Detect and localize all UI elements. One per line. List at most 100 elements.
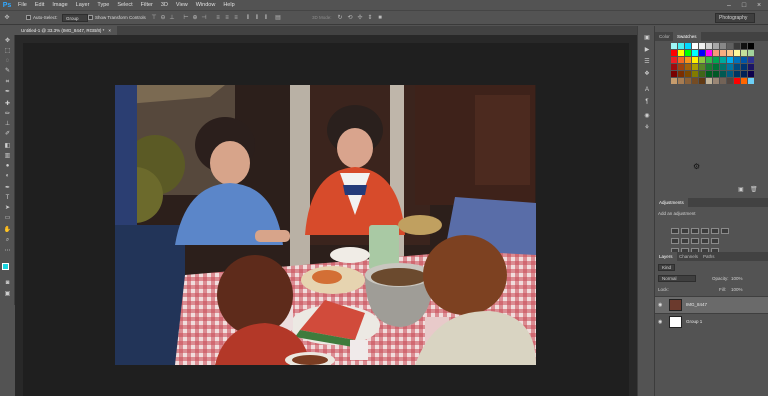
color-swatch[interactable] (741, 71, 747, 77)
brightness-adjustment-icon[interactable] (671, 228, 679, 234)
color-swatch[interactable] (734, 71, 740, 77)
menu-3d[interactable]: 3D (157, 0, 172, 11)
brush-tool-icon[interactable]: ✏ (2, 110, 13, 119)
menu-file[interactable]: File (14, 0, 31, 11)
align-top-icon[interactable]: ⊤ (150, 14, 158, 22)
transform-controls-checkbox[interactable]: Show Transform Controls (88, 14, 146, 22)
blend-mode-select[interactable]: Normal (658, 275, 696, 283)
layer-kind-filter[interactable]: Kind (658, 264, 676, 272)
color-swatch[interactable] (713, 71, 719, 77)
color-swatch[interactable] (748, 57, 754, 63)
color-swatch[interactable] (713, 50, 719, 56)
move-tool-icon[interactable]: ✥ (2, 37, 13, 46)
color-lookup-adjustment-icon[interactable] (711, 238, 719, 244)
zoom-tool-icon[interactable]: ⌕ (2, 236, 13, 245)
color-swatch[interactable] (671, 57, 677, 63)
color-swatch[interactable] (671, 71, 677, 77)
close-icon[interactable]: × (752, 0, 766, 11)
color-swatch[interactable] (685, 50, 691, 56)
move-tool-preset-icon[interactable]: ✥ (3, 14, 11, 22)
distribute-right-icon[interactable]: ⦀ (262, 14, 270, 22)
color-swatch[interactable] (678, 57, 684, 63)
color-swatch[interactable] (692, 50, 698, 56)
new-swatch-icon[interactable]: ▣ (738, 186, 744, 193)
color-swatch[interactable] (685, 64, 691, 70)
color-swatch[interactable] (671, 43, 677, 49)
color-swatch[interactable] (720, 43, 726, 49)
auto-align-icon[interactable]: ▤ (274, 14, 282, 22)
delete-swatch-icon[interactable]: 🗑 (750, 186, 758, 193)
color-swatch[interactable] (713, 43, 719, 49)
actions-panel-icon[interactable]: ▶ (642, 46, 652, 55)
color-balance-adjustment-icon[interactable] (671, 238, 679, 244)
menu-type[interactable]: Type (93, 0, 113, 11)
color-swatch[interactable] (734, 50, 740, 56)
curves-adjustment-icon[interactable] (691, 228, 699, 234)
distribute-hcenter-icon[interactable]: ⦀ (253, 14, 261, 22)
quick-select-tool-icon[interactable]: ✎ (2, 67, 13, 76)
orbit-3d-icon[interactable]: ↻ (336, 14, 344, 22)
channel-mixer-adjustment-icon[interactable] (701, 238, 709, 244)
pan-3d-icon[interactable]: ✢ (356, 14, 364, 22)
layer-img-8447[interactable]: ◉ IMG_8447 (655, 296, 768, 313)
color-swatch[interactable] (685, 57, 691, 63)
auto-select-checkbox[interactable]: Auto-Select: (26, 14, 58, 22)
marquee-tool-icon[interactable]: ⬚ (2, 47, 13, 56)
menu-edit[interactable]: Edit (31, 0, 48, 11)
color-swatch[interactable] (727, 50, 733, 56)
eyedropper-tool-icon[interactable]: ✒ (2, 88, 13, 97)
screen-mode-icon[interactable]: ▣ (2, 290, 13, 299)
history-brush-tool-icon[interactable]: ✐ (2, 130, 13, 139)
color-swatch[interactable] (713, 57, 719, 63)
document-tab[interactable]: Untitled-1 @ 33.3% (IMG_8447, RGB/8) * × (15, 26, 117, 35)
path-select-tool-icon[interactable]: ➤ (2, 204, 13, 213)
color-swatch[interactable] (727, 57, 733, 63)
color-swatch[interactable] (734, 78, 740, 84)
character-panel-icon[interactable]: A (642, 86, 652, 95)
color-swatch[interactable] (741, 43, 747, 49)
tab-swatches[interactable]: Swatches (673, 32, 701, 41)
black-white-adjustment-icon[interactable] (681, 238, 689, 244)
levels-adjustment-icon[interactable] (681, 228, 689, 234)
tab-adjustments[interactable]: Adjustments (655, 198, 688, 207)
color-swatch[interactable] (706, 57, 712, 63)
menu-filter[interactable]: Filter (137, 0, 157, 11)
scale-3d-icon[interactable]: ■ (376, 14, 384, 22)
color-swatch[interactable] (671, 78, 677, 84)
auto-select-dropdown[interactable]: Group (62, 14, 88, 22)
opacity-field[interactable]: 100% (731, 275, 743, 283)
color-swatch[interactable] (713, 64, 719, 70)
color-swatch[interactable] (685, 43, 691, 49)
tab-layers[interactable]: Layers (655, 252, 677, 261)
crop-tool-icon[interactable]: ⌗ (2, 78, 13, 87)
layer-visibility-eye-icon[interactable]: ◉ (658, 302, 664, 308)
color-swatch[interactable] (720, 78, 726, 84)
align-hcenter-icon[interactable]: ⊕ (191, 14, 199, 22)
history-panel-icon[interactable]: ▣ (642, 34, 652, 43)
align-bottom-icon[interactable]: ⊥ (168, 14, 176, 22)
align-right-icon[interactable]: ⊣ (200, 14, 208, 22)
healing-brush-tool-icon[interactable]: ✚ (2, 100, 13, 109)
vibrance-adjustment-icon[interactable] (711, 228, 719, 234)
color-swatch[interactable] (741, 78, 747, 84)
distribute-left-icon[interactable]: ⦀ (244, 14, 252, 22)
tab-paths[interactable]: Paths (699, 252, 719, 261)
layer-visibility-eye-icon[interactable]: ◉ (658, 319, 664, 325)
color-swatch[interactable] (734, 64, 740, 70)
color-swatch[interactable] (678, 43, 684, 49)
maximize-icon[interactable]: □ (737, 0, 751, 11)
gradient-tool-icon[interactable]: ▥ (2, 152, 13, 161)
properties-panel-icon[interactable]: ☰ (642, 58, 652, 67)
tab-channels[interactable]: Channels (675, 252, 702, 261)
color-swatch[interactable] (727, 64, 733, 70)
color-swatch[interactable] (699, 43, 705, 49)
pen-tool-icon[interactable]: ✒ (2, 184, 13, 193)
distribute-top-icon[interactable]: ≡ (214, 14, 222, 22)
color-swatch[interactable] (720, 57, 726, 63)
color-swatch[interactable] (727, 78, 733, 84)
fill-field[interactable]: 100% (731, 286, 743, 294)
color-swatch[interactable] (741, 57, 747, 63)
color-swatch[interactable] (699, 78, 705, 84)
eraser-tool-icon[interactable]: ◧ (2, 142, 13, 151)
color-swatch[interactable] (678, 78, 684, 84)
